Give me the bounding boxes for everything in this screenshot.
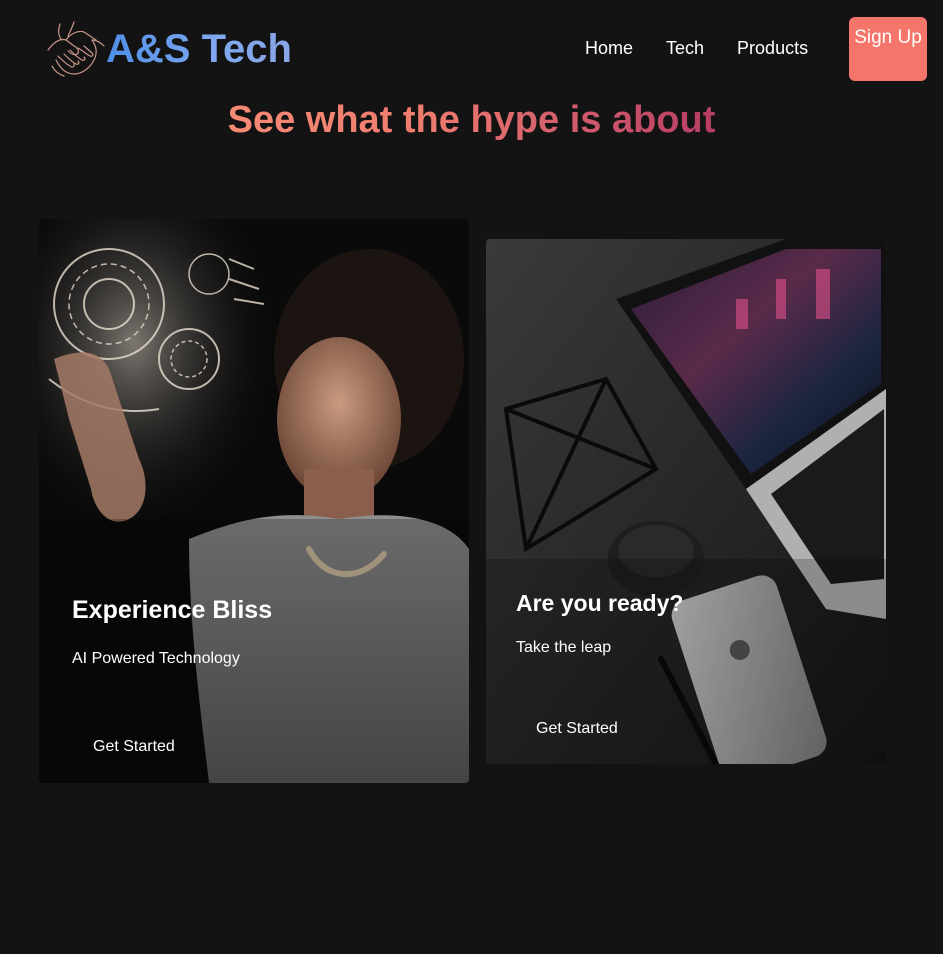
hero-headline: See what the hype is about xyxy=(0,98,943,142)
feature-card-ready: Are you ready? Take the leap Get Started xyxy=(486,239,886,764)
sign-up-button[interactable]: Sign Up xyxy=(849,17,927,81)
nav-link-home[interactable]: Home xyxy=(585,36,633,60)
handshake-icon[interactable] xyxy=(44,20,108,78)
nav-link-tech[interactable]: Tech xyxy=(666,36,704,60)
get-started-button[interactable]: Get Started xyxy=(73,729,195,765)
feature-card-experience: Experience Bliss AI Powered Technology G… xyxy=(39,219,469,783)
card-image-laptop-desk xyxy=(486,239,886,764)
get-started-button[interactable]: Get Started xyxy=(516,711,638,747)
card-subtitle: AI Powered Technology xyxy=(72,650,240,667)
navbar: A&S Tech Home Tech Products Sign Up xyxy=(0,0,943,96)
card-title: Experience Bliss xyxy=(72,596,273,624)
main-nav: Home Tech Products xyxy=(585,36,841,60)
brand-logo-text[interactable]: A&S Tech xyxy=(106,26,292,72)
nav-link-products[interactable]: Products xyxy=(737,36,808,60)
card-subtitle: Take the leap xyxy=(516,639,612,656)
card-title: Are you ready? xyxy=(516,590,684,616)
card-image-holographic-woman xyxy=(39,219,469,783)
